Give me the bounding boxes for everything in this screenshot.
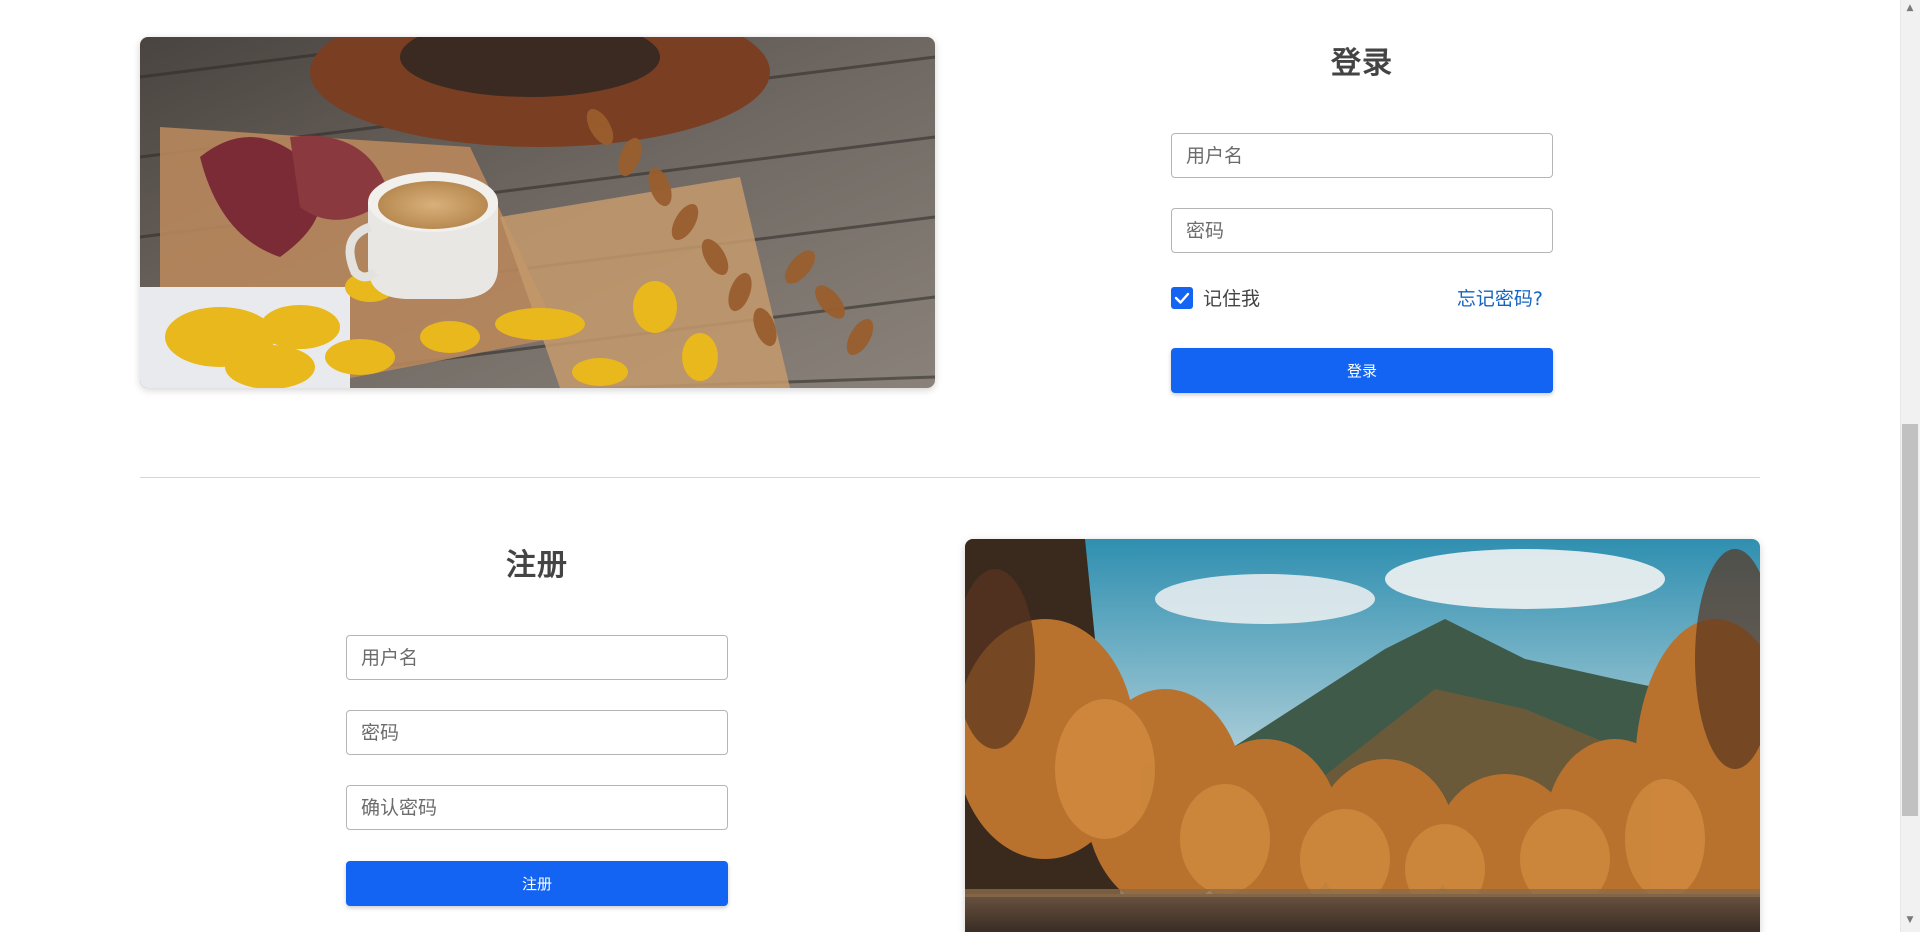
remember-me-label[interactable]: 记住我 (1203, 286, 1260, 312)
chevron-down-icon: ▼ (1906, 915, 1914, 925)
scroll-up-arrow[interactable]: ▲ (1904, 2, 1916, 14)
autumn-forest-image (965, 539, 1760, 932)
register-password-input[interactable] (346, 710, 728, 755)
checkmark-icon (1174, 292, 1190, 304)
remember-me-checkbox[interactable] (1171, 287, 1193, 309)
register-username-input[interactable] (346, 635, 728, 680)
login-password-input[interactable] (1171, 208, 1553, 253)
coffee-leaves-illustration (140, 37, 935, 388)
login-title: 登录 (1331, 46, 1393, 81)
scrollbar-thumb[interactable] (1902, 424, 1918, 816)
chevron-up-icon: ▲ (1906, 3, 1914, 13)
scroll-down-arrow[interactable]: ▼ (1904, 914, 1916, 926)
coffee-leaves-image (140, 37, 935, 388)
login-username-input[interactable] (1171, 133, 1553, 178)
forgot-password-link[interactable]: 忘记密码? (1457, 286, 1543, 312)
remember-me-row: 记住我 忘记密码? (1171, 286, 1553, 312)
section-divider (140, 477, 1760, 478)
register-confirm-password-input[interactable] (346, 785, 728, 830)
register-button[interactable]: 注册 (346, 861, 728, 906)
register-title: 注册 (506, 548, 568, 583)
autumn-forest-illustration (965, 539, 1760, 932)
login-button[interactable]: 登录 (1171, 348, 1553, 393)
page: 登录 记住我 忘记密码? 登录 注册 注册 (0, 0, 1920, 932)
